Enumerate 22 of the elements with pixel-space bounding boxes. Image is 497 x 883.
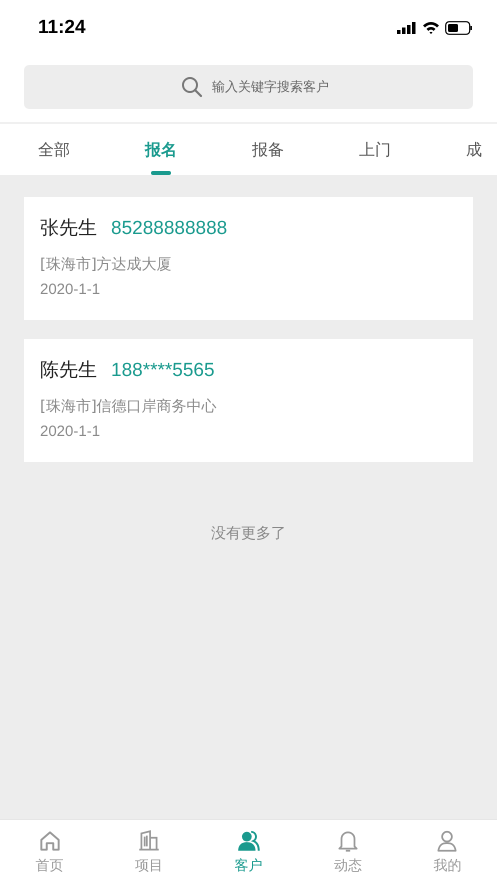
customer-date: 2020-1-1 [40, 280, 102, 300]
customer-name: 张先生 [40, 216, 97, 241]
customer-address: [珠海市]信德口岸商务中心 [40, 396, 218, 417]
tab-indicator [151, 171, 171, 175]
people-icon [236, 828, 262, 854]
customer-phone: 85288888888 [111, 218, 228, 240]
customer-address: [珠海市]方达成大厦 [40, 254, 173, 275]
battery-icon [445, 20, 473, 34]
customer-name: 陈先生 [40, 358, 97, 383]
customer-card[interactable]: 陈先生 188****5565 [珠海市]信德口岸商务中心 2020-1-1 [24, 339, 473, 462]
customer-phone: 188****5565 [111, 360, 215, 382]
list-end-text: 没有更多了 [210, 524, 287, 543]
tab[interactable]: 上门 [359, 124, 391, 175]
tab[interactable]: 全部 [38, 124, 70, 175]
customer-card[interactable]: 张先生 85288888888 [珠海市]方达成大厦 2020-1-1 [24, 197, 473, 320]
status-time: 11:24 [38, 16, 86, 38]
search-field[interactable]: 输入关键字搜索客户 [24, 65, 473, 109]
customer-date: 2020-1-1 [40, 422, 102, 442]
signal-icon [397, 22, 417, 34]
wifi-icon [422, 21, 440, 34]
tab[interactable]: 成 [466, 124, 482, 175]
tab[interactable]: 报备 [252, 124, 284, 175]
